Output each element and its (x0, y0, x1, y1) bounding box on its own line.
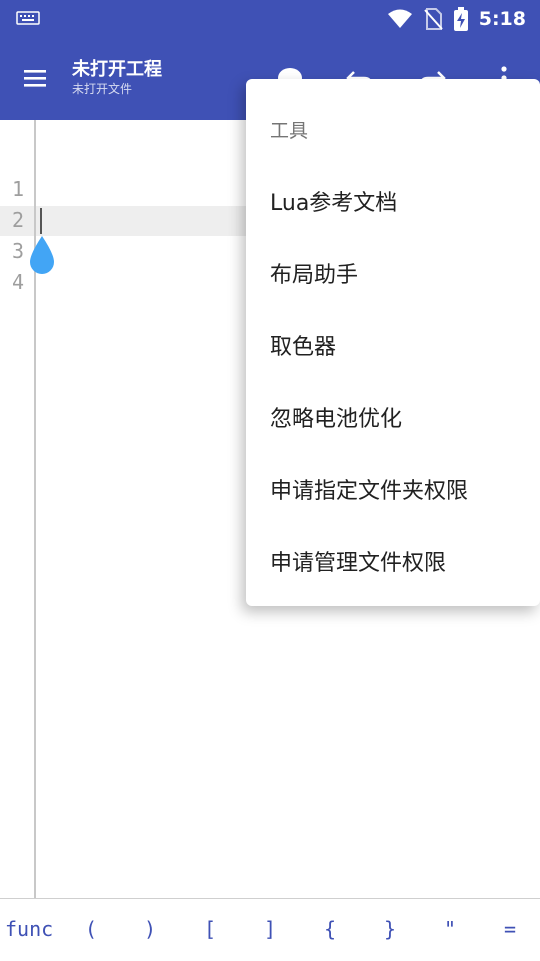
menu-icon[interactable] (22, 66, 50, 90)
no-sim-icon (423, 8, 443, 30)
symbol-open-paren[interactable]: ( (85, 917, 97, 941)
status-bar: 5:18 (0, 0, 540, 38)
menu-header-tools: 工具 (270, 120, 309, 142)
line-number: 1 (12, 177, 25, 201)
menu-item-lua-docs[interactable]: Lua参考文档 (270, 185, 397, 216)
menu-item-color-picker[interactable]: 取色器 (270, 329, 336, 360)
line-number: 2 (12, 208, 25, 232)
menu-item-ignore-battery-optimization[interactable]: 忽略电池优化 (270, 401, 402, 432)
symbol-equals[interactable]: = (504, 917, 516, 941)
symbol-close-bracket[interactable]: ] (264, 917, 276, 941)
symbol-func[interactable]: func (5, 917, 53, 941)
file-subtitle: 未打开文件 (72, 82, 133, 96)
menu-item-layout-helper[interactable]: 布局助手 (270, 257, 358, 288)
symbol-close-paren[interactable]: ) (144, 917, 156, 941)
battery-charging-icon (453, 7, 468, 31)
tools-popup-menu: 工具 Lua参考文档 布局助手 取色器 忽略电池优化 申请指定文件夹权限 申请管… (246, 79, 540, 606)
menu-item-request-folder-permission[interactable]: 申请指定文件夹权限 (270, 473, 468, 504)
symbol-open-bracket[interactable]: [ (204, 917, 216, 941)
cursor-handle-icon[interactable] (26, 234, 58, 276)
wifi-icon (387, 9, 412, 28)
menu-item-request-manage-files-permission[interactable]: 申请管理文件权限 (270, 545, 446, 576)
symbol-quote[interactable]: " (444, 917, 456, 941)
symbol-close-brace[interactable]: } (384, 917, 396, 941)
symbol-input-bar: func ( ) [ ] { } " = (0, 898, 540, 961)
project-title: 未打开工程 (72, 59, 162, 80)
symbol-open-brace[interactable]: { (324, 917, 336, 941)
text-caret (40, 208, 42, 234)
keyboard-icon (16, 11, 40, 25)
clock: 5:18 (478, 8, 526, 30)
